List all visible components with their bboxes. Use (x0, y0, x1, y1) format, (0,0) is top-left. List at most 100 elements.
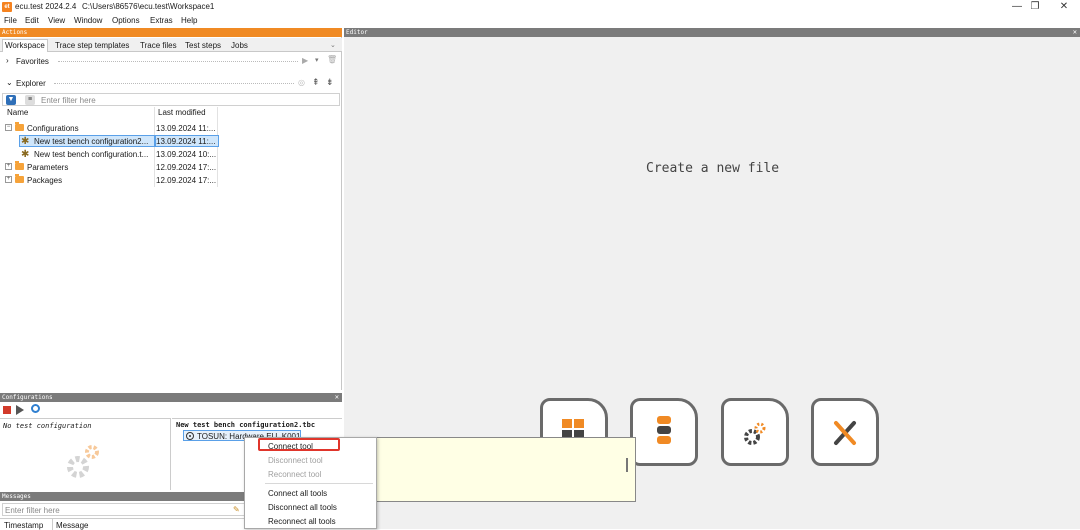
tree-item-parameters[interactable]: + Parameters 12.09.2024 17:... (2, 161, 340, 174)
chevron-down-icon[interactable]: ⌄ (6, 78, 13, 87)
test-bench-config-icon: ✱ (21, 136, 30, 147)
highlight-box (258, 438, 340, 451)
play-icon[interactable] (16, 405, 24, 415)
expand-node-icon[interactable]: + (5, 163, 12, 170)
sync-icon[interactable]: ◎ (298, 78, 305, 87)
messages-panel-title: Messages (2, 493, 31, 500)
menu-item-reconnect-all-tools[interactable]: Reconnect all tools (268, 517, 336, 526)
tree-item-bench-config2[interactable]: ✱ New test bench configuration2... 13.09… (2, 135, 340, 148)
maximize-button[interactable]: ❐ (1025, 1, 1045, 13)
new-configuration-button[interactable] (721, 398, 789, 466)
divider (54, 83, 294, 84)
actions-panel-title: Actions (2, 29, 28, 36)
tree-item-packages[interactable]: + Packages 12.09.2024 17:... (2, 174, 340, 187)
column-name[interactable]: Name (7, 108, 28, 117)
actions-panel-header: Actions (0, 28, 342, 37)
menu-item-reconnect-tool: Reconnect tool (268, 470, 322, 479)
tree-item-date: 13.09.2024 11:... (156, 124, 216, 133)
tree-item-label: Configurations (27, 124, 79, 133)
tab-test-steps[interactable]: Test steps (183, 40, 223, 51)
trash-icon[interactable]: 🗑 (327, 55, 337, 64)
configurations-toolbar (0, 403, 342, 417)
create-file-hint: Create a new file (646, 161, 780, 176)
filter-icon[interactable]: ▼ (6, 95, 16, 105)
stop-icon[interactable] (3, 406, 11, 414)
column-last-modified[interactable]: Last modified (158, 108, 206, 117)
app-title: ecu.test 2024.2.4 (15, 2, 77, 11)
tab-trace-files[interactable]: Trace files (138, 40, 179, 51)
menu-window[interactable]: Window (74, 16, 102, 25)
divider (58, 61, 298, 62)
menu-bar: File Edit View Window Options Extras Hel… (0, 14, 1080, 27)
tree-item-date: 13.09.2024 10:... (156, 150, 217, 159)
title-bar: et ecu.test 2024.2.4 C:\Users\86576\ecu.… (0, 0, 1080, 14)
configurations-panel-title: Configurations (2, 394, 53, 401)
messages-filter-input[interactable]: Enter filter here (2, 503, 246, 516)
tree-item-configurations[interactable]: − Configurations 13.09.2024 11:... (2, 122, 340, 135)
database-icon (657, 416, 671, 444)
tab-workspace[interactable]: Workspace (2, 39, 48, 52)
menu-item-disconnect-all-tools[interactable]: Disconnect all tools (268, 503, 337, 512)
tree-item-bench-config[interactable]: ✱ New test bench configuration.t... 13.0… (2, 148, 340, 161)
minimize-button[interactable]: — (1007, 1, 1027, 13)
explorer-label: Explorer (16, 79, 46, 88)
collapse-node-icon[interactable]: − (5, 124, 12, 131)
gears-icon (744, 422, 766, 445)
menu-extras[interactable]: Extras (150, 16, 173, 25)
edit-filter-icon[interactable]: ✎ (233, 505, 240, 514)
explorer-section[interactable]: ⌄ Explorer ◎ ⇞ ⇟ (2, 76, 340, 91)
expand-node-icon[interactable]: + (5, 176, 12, 183)
expand-all-icon[interactable]: ⇞ (312, 77, 320, 88)
tree-item-date: 13.09.2024 11:... (156, 137, 216, 146)
filter-options-icon[interactable]: ≡ (25, 95, 35, 105)
new-tool-button[interactable] (811, 398, 879, 466)
favorites-section[interactable]: › Favorites ▶ ▾ 🗑 (2, 54, 340, 69)
tools-icon (834, 421, 856, 445)
scrollbar[interactable] (626, 458, 628, 472)
tree-item-date: 12.09.2024 17:... (156, 163, 217, 172)
gears-icon (62, 440, 104, 484)
menu-view[interactable]: View (48, 16, 65, 25)
power-icon[interactable] (31, 404, 40, 413)
folder-icon (15, 174, 24, 183)
editor-panel-title: Editor (346, 29, 368, 36)
folder-open-icon (15, 122, 24, 131)
test-bench-config-icon: ✱ (21, 149, 30, 160)
configurations-panel-header: Configurations ✕ (0, 393, 342, 402)
app-logo-icon: et (2, 2, 12, 12)
menu-file[interactable]: File (4, 16, 17, 25)
tree-item-date: 12.09.2024 17:... (156, 176, 217, 185)
favorites-label: Favorites (16, 57, 49, 66)
play-icon[interactable]: ▶ (302, 56, 308, 65)
test-bench-title: New test bench configuration2.tbc (176, 421, 316, 429)
workspace-path: C:\Users\86576\ecu.test\Workspace1 (82, 2, 215, 11)
close-window-button[interactable]: ✕ (1054, 1, 1074, 13)
menu-help[interactable]: Help (181, 16, 197, 25)
new-parameter-button[interactable] (630, 398, 698, 466)
menu-options[interactable]: Options (112, 16, 140, 25)
tab-jobs[interactable]: Jobs (229, 40, 250, 51)
close-icon[interactable]: ✕ (1073, 28, 1077, 37)
explorer-filter[interactable]: ▼ ≡ Enter filter here (2, 93, 340, 106)
tree-item-label: Packages (27, 176, 63, 185)
editor-panel-header: Editor ✕ (344, 28, 1080, 37)
menu-item-connect-all-tools[interactable]: Connect all tools (268, 489, 327, 498)
tree-item-label: New test bench configuration2... (34, 137, 149, 146)
menu-separator (265, 483, 373, 484)
column-divider (52, 519, 53, 530)
actions-tabs: Workspace Trace step templates Trace fil… (0, 38, 342, 52)
tree-item-label: Parameters (27, 163, 69, 172)
tree-item-label: New test bench configuration.t... (34, 150, 149, 159)
radio-icon (186, 432, 194, 440)
chevron-right-icon[interactable]: › (6, 56, 9, 65)
menu-item-disconnect-tool: Disconnect tool (268, 456, 323, 465)
no-test-configuration-text: No test configuration (3, 422, 92, 430)
chevron-down-icon[interactable]: ⌄ (328, 40, 338, 50)
tab-trace-step-templates[interactable]: Trace step templates (53, 40, 131, 51)
menu-edit[interactable]: Edit (25, 16, 39, 25)
close-icon[interactable]: ✕ (335, 393, 339, 402)
explorer-filter-input[interactable]: Enter filter here (41, 96, 96, 105)
dropdown-icon[interactable]: ▾ (315, 56, 319, 64)
collapse-all-icon[interactable]: ⇟ (326, 77, 334, 88)
folder-icon (15, 161, 24, 170)
